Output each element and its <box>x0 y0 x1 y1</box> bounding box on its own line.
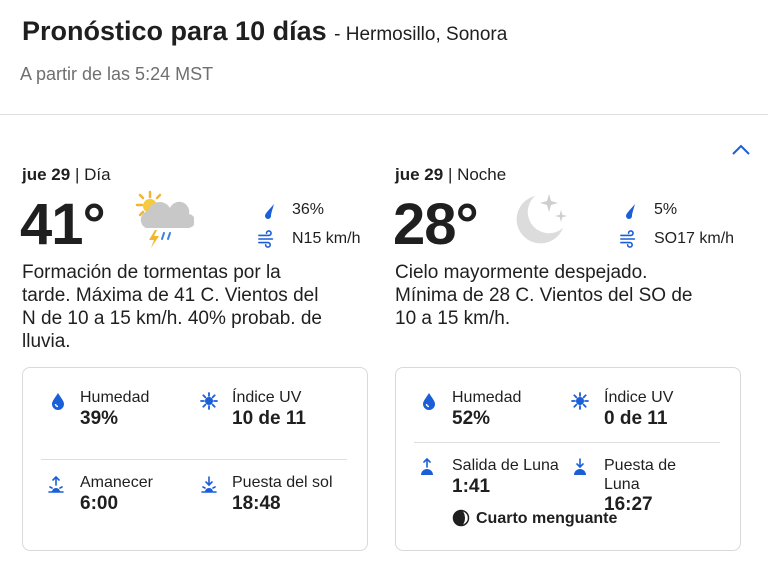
chevron-up-icon <box>732 144 750 155</box>
moonset-icon <box>574 458 586 475</box>
day-temperature: 41° <box>20 192 106 257</box>
uv-label: Índice UV <box>604 389 674 406</box>
day-period: | Día <box>74 165 111 184</box>
rain-drop-icon <box>626 204 635 219</box>
day-rain-chance: 36% <box>292 201 325 218</box>
sunrise-icon <box>48 476 64 493</box>
moon-phase-icon <box>452 509 470 527</box>
clear-night-moon-icon <box>516 194 567 244</box>
location-text: - Hermosillo, Sonora <box>334 24 508 45</box>
sunset-icon <box>201 476 217 493</box>
humidity-value: 39% <box>80 408 119 429</box>
moonset-label: Puesta de Luna <box>604 457 677 493</box>
night-wind: SO17 km/h <box>654 230 735 247</box>
humidity-label: Humedad <box>80 389 150 406</box>
humidity-label: Humedad <box>452 389 522 406</box>
night-description: Cielo mayormente despejado. Mínima de 28… <box>395 262 693 329</box>
title-text: Pronóstico para 10 días <box>22 16 327 46</box>
uv-value: 10 de 11 <box>232 408 306 429</box>
humidity-drop-icon <box>52 393 64 410</box>
day-label: jue 29 | Día <box>22 165 111 185</box>
day-details-card: Humedad 39% Índice UV 10 de 11 Amanecer … <box>22 367 368 551</box>
night-date: jue 29 <box>395 165 444 184</box>
sunset-label: Puesta del sol <box>232 474 333 491</box>
thunderstorm-partly-sunny-icon <box>135 190 194 248</box>
day-description: Formación de tormentas por la tarde. Máx… <box>22 262 322 352</box>
night-rain-chance: 5% <box>654 201 678 218</box>
header-divider <box>0 114 768 115</box>
uv-sun-icon <box>200 392 218 410</box>
updated-time: A partir de las 5:24 MST <box>20 64 214 84</box>
sunrise-value: 6:00 <box>80 493 119 514</box>
moonrise-label: Salida de Luna <box>452 457 559 474</box>
card-separator <box>41 459 347 460</box>
page-title: Pronóstico para 10 días - Hermosillo, So… <box>22 16 507 47</box>
sunset-value: 18:48 <box>232 493 281 514</box>
uv-value: 0 de 11 <box>604 408 668 429</box>
night-label: jue 29 | Noche <box>395 165 506 185</box>
humidity-drop-icon <box>423 393 435 410</box>
sunrise-label: Amanecer <box>80 474 153 491</box>
humidity-value: 52% <box>452 408 491 429</box>
moonrise-icon <box>421 458 433 475</box>
uv-label: Índice UV <box>232 389 302 406</box>
rain-drop-icon <box>265 204 274 219</box>
night-period: | Noche <box>447 165 507 184</box>
moon-phase-label: Cuarto menguante <box>476 510 618 527</box>
night-details-card: Humedad 52% Índice UV 0 de 11 Salida de … <box>395 367 741 551</box>
moonrise-value: 1:41 <box>452 476 491 497</box>
wind-icon <box>620 230 636 248</box>
collapse-button[interactable] <box>728 140 754 160</box>
day-wind: N15 km/h <box>292 230 361 247</box>
card-separator <box>414 442 720 443</box>
uv-sun-icon <box>571 392 589 410</box>
wind-icon <box>258 230 274 248</box>
night-temperature: 28° <box>393 192 479 257</box>
day-date: jue 29 <box>22 165 71 184</box>
